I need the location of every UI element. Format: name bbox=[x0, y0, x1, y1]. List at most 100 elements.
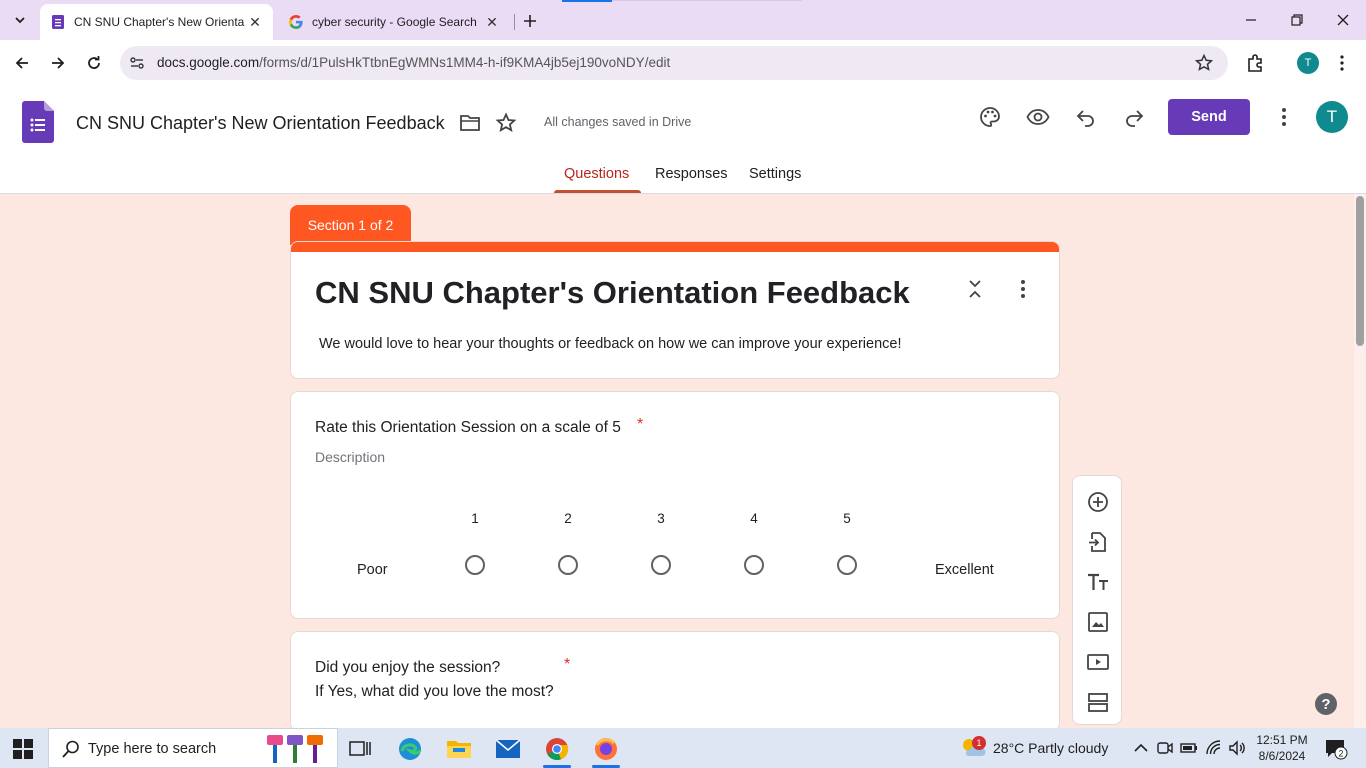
tab-loading-indicator bbox=[562, 0, 612, 2]
collapse-section-icon[interactable] bbox=[965, 278, 985, 300]
tab-settings[interactable]: Settings bbox=[749, 166, 801, 182]
google-forms-logo-icon[interactable] bbox=[22, 101, 54, 143]
mail-icon bbox=[495, 739, 521, 758]
question-card[interactable]: Did you enjoy the session? * If Yes, wha… bbox=[290, 631, 1060, 731]
windows-start-icon[interactable] bbox=[12, 738, 34, 760]
browser-tab-forms[interactable]: CN SNU Chapter's New Orienta ✕ bbox=[40, 4, 273, 40]
more-vert-icon[interactable] bbox=[1272, 105, 1296, 129]
bookmark-star-icon[interactable] bbox=[1194, 53, 1214, 73]
minimize-icon bbox=[1246, 19, 1256, 21]
scale-number: 4 bbox=[750, 511, 758, 526]
restore-icon bbox=[1291, 14, 1303, 26]
import-questions-icon[interactable] bbox=[1086, 530, 1110, 554]
tab-search-button[interactable] bbox=[6, 8, 34, 32]
close-tab-icon[interactable]: ✕ bbox=[245, 12, 265, 32]
task-view-button[interactable] bbox=[340, 732, 380, 766]
plus-icon bbox=[524, 15, 536, 27]
add-image-icon[interactable] bbox=[1086, 610, 1110, 634]
battery-icon[interactable] bbox=[1180, 739, 1198, 757]
minimize-button[interactable] bbox=[1239, 8, 1263, 32]
scale-radio-4[interactable] bbox=[744, 555, 764, 575]
scrollbar-thumb[interactable] bbox=[1356, 196, 1364, 346]
question-title[interactable]: Rate this Orientation Session on a scale… bbox=[315, 419, 621, 437]
wifi-icon[interactable] bbox=[1205, 739, 1223, 757]
chrome-taskbar-app[interactable] bbox=[537, 732, 577, 768]
form-title-card[interactable]: CN SNU Chapter's Orientation Feedback We… bbox=[290, 241, 1060, 379]
undo-icon[interactable] bbox=[1074, 105, 1098, 129]
task-view-icon bbox=[349, 741, 371, 756]
arrow-right-icon bbox=[52, 57, 65, 69]
account-avatar[interactable]: T bbox=[1316, 101, 1348, 133]
tab-responses[interactable]: Responses bbox=[655, 166, 728, 182]
edge-taskbar-app[interactable] bbox=[390, 732, 430, 766]
scale-high-label: Excellent bbox=[935, 562, 994, 578]
taskbar-search-placeholder: Type here to search bbox=[88, 741, 217, 757]
taskbar-search-box[interactable]: Type here to search bbox=[48, 728, 338, 768]
file-explorer-taskbar-app[interactable] bbox=[439, 732, 479, 766]
mail-taskbar-app[interactable] bbox=[488, 732, 528, 766]
help-button[interactable]: ? bbox=[1315, 693, 1337, 715]
url-host: docs.google.com bbox=[157, 55, 260, 70]
notification-center-icon[interactable]: 2 bbox=[1324, 738, 1348, 760]
tab-questions[interactable]: Questions bbox=[564, 166, 629, 182]
scale-number: 3 bbox=[657, 511, 665, 526]
question-card[interactable]: Rate this Orientation Session on a scale… bbox=[290, 391, 1060, 619]
forward-button[interactable] bbox=[46, 51, 70, 75]
volume-icon[interactable] bbox=[1228, 739, 1246, 757]
question-description[interactable]: Description bbox=[315, 449, 385, 465]
scale-radio-1[interactable] bbox=[465, 555, 485, 575]
active-tab-indicator bbox=[554, 190, 641, 193]
extensions-button[interactable] bbox=[1243, 51, 1267, 75]
search-icon bbox=[62, 740, 79, 758]
reload-button[interactable] bbox=[82, 51, 106, 75]
firefox-taskbar-app[interactable] bbox=[586, 732, 626, 768]
scale-radio-2[interactable] bbox=[558, 555, 578, 575]
question-title-line-1[interactable]: Did you enjoy the session? bbox=[315, 659, 500, 677]
browser-toolbar: docs.google.com/forms/d/1PulsHkTtbnEgWMN… bbox=[0, 40, 1366, 86]
add-question-icon[interactable] bbox=[1086, 490, 1110, 514]
scale-radio-3[interactable] bbox=[651, 555, 671, 575]
browser-menu-button[interactable] bbox=[1336, 51, 1348, 75]
close-window-button[interactable] bbox=[1331, 8, 1355, 32]
form-description[interactable]: We would love to hear your thoughts or f… bbox=[319, 336, 901, 352]
chrome-icon bbox=[546, 738, 569, 761]
restore-button[interactable] bbox=[1285, 8, 1309, 32]
clock-date: 8/6/2024 bbox=[1258, 749, 1306, 763]
browser-tab-search[interactable]: cyber security - Google Search ✕ bbox=[278, 4, 510, 40]
tab-divider bbox=[514, 14, 515, 30]
save-status: All changes saved in Drive bbox=[544, 115, 692, 129]
document-title[interactable]: CN SNU Chapter's New Orientation Feedbac… bbox=[76, 113, 445, 134]
arrow-left-icon bbox=[15, 57, 28, 69]
scale-radio-5[interactable] bbox=[837, 555, 857, 575]
add-title-icon[interactable] bbox=[1086, 570, 1110, 594]
address-bar[interactable]: docs.google.com/forms/d/1PulsHkTtbnEgWMN… bbox=[120, 46, 1228, 80]
preview-eye-icon[interactable] bbox=[1026, 105, 1050, 129]
scale-low-label: Poor bbox=[357, 562, 388, 578]
add-video-icon[interactable] bbox=[1086, 650, 1110, 674]
star-icon[interactable] bbox=[495, 112, 517, 134]
url-path: /forms/d/1PulsHkTtbnEgWMNs1MM4-h-if9KMA4… bbox=[259, 55, 671, 70]
browser-profile-avatar[interactable]: T bbox=[1297, 52, 1319, 74]
close-tab-icon[interactable]: ✕ bbox=[482, 12, 502, 32]
reload-icon bbox=[88, 56, 100, 69]
google-forms-favicon-icon bbox=[52, 15, 64, 29]
tab-title: cyber security - Google Search bbox=[312, 15, 477, 29]
palette-icon[interactable] bbox=[978, 105, 1002, 129]
page-scrollbar[interactable] bbox=[1354, 194, 1366, 728]
add-section-icon[interactable] bbox=[1086, 690, 1110, 714]
folder-icon[interactable] bbox=[459, 113, 481, 133]
weather-text[interactable]: 28°C Partly cloudy bbox=[993, 740, 1108, 756]
meet-now-icon[interactable] bbox=[1156, 739, 1174, 757]
chevron-up-icon[interactable] bbox=[1132, 739, 1150, 757]
question-title-line-2[interactable]: If Yes, what did you love the most? bbox=[315, 683, 554, 701]
redo-icon[interactable] bbox=[1122, 105, 1146, 129]
send-button[interactable]: Send bbox=[1168, 99, 1250, 135]
scale-number: 1 bbox=[471, 511, 479, 526]
search-highlight-paintbrush-icon bbox=[267, 735, 323, 763]
system-clock[interactable]: 12:51 PM 8/6/2024 bbox=[1252, 732, 1312, 764]
new-tab-button[interactable] bbox=[519, 10, 541, 32]
back-button[interactable] bbox=[10, 51, 34, 75]
form-title[interactable]: CN SNU Chapter's Orientation Feedback bbox=[315, 275, 910, 311]
more-vert-icon[interactable] bbox=[1013, 278, 1033, 300]
site-info-icon[interactable] bbox=[128, 54, 146, 72]
